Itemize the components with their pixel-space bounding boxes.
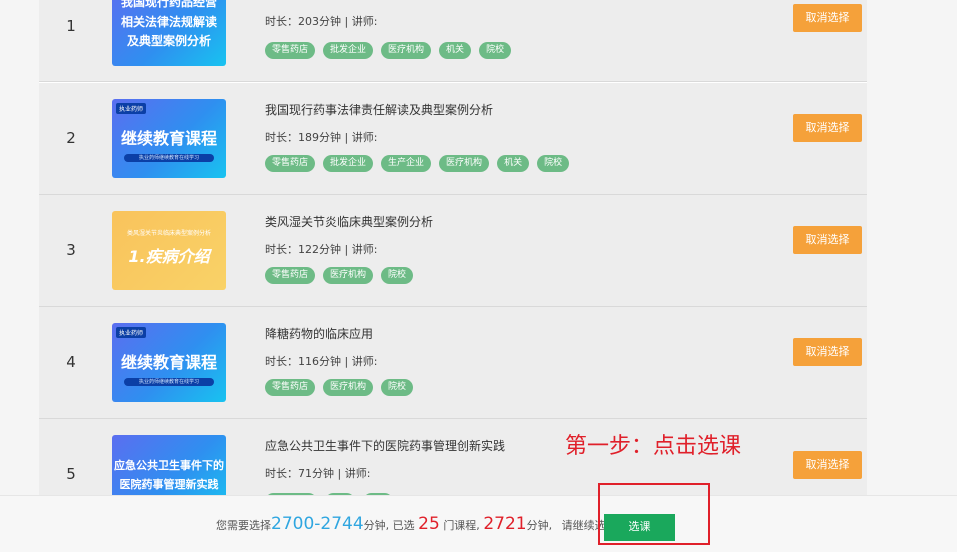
thumb-tag: 执业药师 [116, 327, 147, 338]
course-thumbnail[interactable]: 应急公共卫生事件下的 医院药事管理新实践 [112, 435, 226, 495]
thumb-title: 1.疾病介绍 [128, 247, 210, 266]
tag: 医疗机构 [323, 267, 374, 284]
tag: 机关 [439, 42, 472, 59]
course-row: 5 应急公共卫生事件下的 医院药事管理新实践 应急公共卫生事件下的医院药事管理创… [39, 419, 867, 495]
course-meta: 时长：116分钟 | 讲师: [265, 355, 378, 368]
tag: 零售药店 [265, 155, 316, 172]
course-list: 1 我国现行药品经营 相关法律法规解读 及典型案例分析 时长：203分钟 | 讲… [39, 0, 867, 495]
thumb-caption: 类风湿关节炎临床典型案例分析 [126, 230, 211, 237]
course-index: 1 [66, 17, 76, 35]
course-meta: 时长：71分钟 | 讲师: [265, 467, 371, 480]
course-meta: 时长：122分钟 | 讲师: [265, 243, 378, 256]
cancel-select-button[interactable]: 取消选择 [793, 114, 862, 142]
course-tags: 零售药店 批发企业 生产企业 医疗机构 机关 院校 [265, 155, 570, 172]
thumb-line: 应急公共卫生事件下的 [114, 459, 224, 472]
course-thumbnail[interactable]: 我国现行药品经营 相关法律法规解读 及典型案例分析 [112, 0, 226, 66]
course-thumbnail[interactable]: 执业药师 继续教育课程 执业药师继续教育在线学习 [112, 323, 226, 402]
thumb-line: 相关法律法规解读 [120, 15, 217, 29]
tag: 院校 [537, 155, 570, 172]
course-index: 3 [66, 241, 76, 259]
tag: 零售药店 [265, 267, 316, 284]
tag: 医疗机构 [439, 155, 490, 172]
course-tags: 零售药店 批发企业 医疗机构 机关 院校 [265, 42, 512, 59]
course-title[interactable]: 类风湿关节炎临床典型案例分析 [265, 213, 433, 230]
course-thumbnail[interactable]: 类风湿关节炎临床典型案例分析 1.疾病介绍 [112, 211, 226, 290]
course-meta: 时长：189分钟 | 讲师: [265, 131, 378, 144]
summary-prefix: 您需要选择 [216, 519, 271, 532]
tag: 医疗机构 [323, 379, 374, 396]
course-index: 2 [66, 129, 76, 147]
tag: 批发企业 [323, 42, 374, 59]
thumb-title: 继续教育课程 [120, 353, 217, 372]
course-row: 1 我国现行药品经营 相关法律法规解读 及典型案例分析 时长：203分钟 | 讲… [39, 0, 867, 82]
tag: 零售药店 [265, 379, 316, 396]
selected-count: 25 [418, 514, 440, 534]
cancel-select-button[interactable]: 取消选择 [793, 4, 862, 32]
course-tags: 零售药店 医疗机构 院校 [265, 267, 414, 284]
tag: 批发企业 [323, 155, 374, 172]
thumb-title: 继续教育课程 [120, 129, 217, 148]
tag: 医疗机构 [381, 42, 432, 59]
summary-unit: 门课程, [443, 519, 480, 532]
summary-unit: 分钟, 已选 [363, 519, 415, 532]
thumb-tag: 执业药师 [116, 103, 147, 114]
course-meta: 时长：203分钟 | 讲师: [265, 15, 378, 28]
thumb-line: 我国现行药品经营 [120, 0, 217, 9]
step-annotation: 第一步：点击选课 [565, 434, 742, 459]
tag: 院校 [381, 267, 414, 284]
course-title[interactable]: 我国现行药事法律责任解读及典型案例分析 [265, 101, 493, 118]
course-title[interactable]: 降糖药物的临床应用 [265, 325, 373, 342]
selection-footer: 您需要选择2700-2744分钟, 已选 25 门课程, 2721分钟, 请继续… [0, 495, 957, 552]
cancel-select-button[interactable]: 取消选择 [793, 338, 862, 366]
selected-minutes: 2721 [483, 514, 527, 534]
cancel-select-button[interactable]: 取消选择 [793, 451, 862, 479]
required-range: 2700-2744 [271, 514, 364, 534]
course-row: 4 执业药师 继续教育课程 执业药师继续教育在线学习 降糖药物的临床应用 时长：… [39, 307, 867, 419]
tag: 院校 [381, 379, 414, 396]
thumb-line: 医院药事管理新实践 [119, 478, 219, 491]
thumb-line: 及典型案例分析 [126, 34, 211, 48]
course-row: 3 类风湿关节炎临床典型案例分析 1.疾病介绍 类风湿关节炎临床典型案例分析 时… [39, 195, 867, 307]
course-title[interactable]: 应急公共卫生事件下的医院药事管理创新实践 [265, 437, 505, 454]
tag: 零售药店 [265, 42, 316, 59]
course-index: 5 [66, 465, 76, 483]
tag: 机关 [497, 155, 530, 172]
tag: 生产企业 [381, 155, 432, 172]
course-tags: 零售药店 医疗机构 院校 [265, 379, 414, 396]
course-row: 2 执业药师 继续教育课程 执业药师继续教育在线学习 我国现行药事法律责任解读及… [39, 83, 867, 195]
tag: 院校 [479, 42, 512, 59]
thumb-subtitle: 执业药师继续教育在线学习 [124, 154, 214, 162]
highlight-box [598, 483, 710, 545]
course-index: 4 [66, 353, 76, 371]
thumb-subtitle: 执业药师继续教育在线学习 [124, 378, 214, 386]
course-thumbnail[interactable]: 执业药师 继续教育课程 执业药师继续教育在线学习 [112, 99, 226, 178]
summary-unit: 分钟, [526, 519, 553, 532]
selection-summary: 您需要选择2700-2744分钟, 已选 25 门课程, 2721分钟, 请继续… [216, 514, 617, 534]
cancel-select-button[interactable]: 取消选择 [793, 226, 862, 254]
